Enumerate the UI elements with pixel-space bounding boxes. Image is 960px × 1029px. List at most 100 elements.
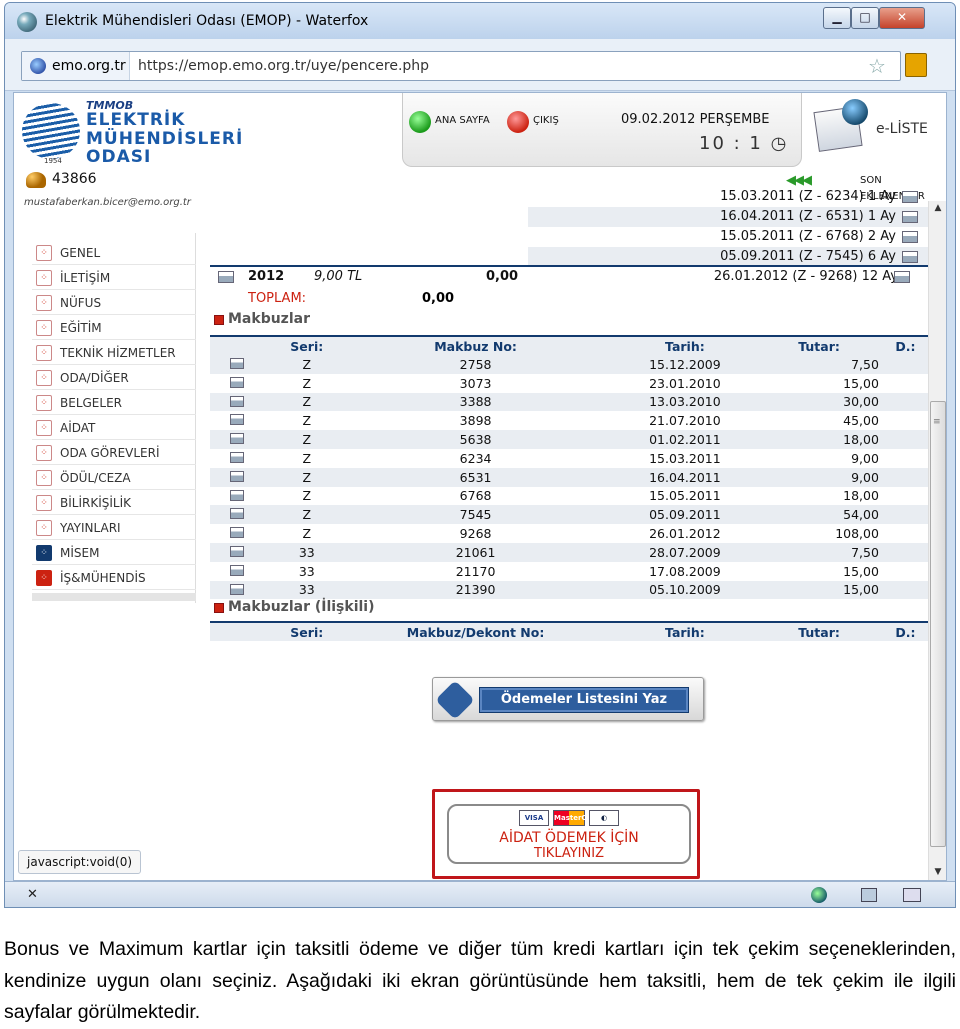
cell-seri: Z [302,526,312,542]
cell-tutar: 7,50 [851,544,879,560]
sidebar-item-egitim[interactable]: ⁘ EĞİTİM [32,316,196,340]
emo-logo[interactable]: TMMOB ELEKTRİK MÜHENDİSLERİ ODASI 1954 [16,97,242,167]
receipt-icon-cell [210,487,273,506]
receipt-detail-icon[interactable] [230,583,244,595]
sidebar-item-label: NÜFUS [60,296,102,310]
edit-icon[interactable] [218,271,234,283]
sidebar-item-misem[interactable]: ⁘ MİSEM [32,541,196,565]
receipt-detail-icon[interactable] [230,376,244,388]
bookmark-star-icon[interactable]: ☆ [868,55,886,77]
scroll-thumb[interactable] [930,401,946,847]
caption-text: Bonus ve Maximum kartlar için taksitli ö… [4,938,956,1023]
sidebar-item-bilirkisilik[interactable]: ⁘ BİLİRKİŞİLİK [32,491,196,515]
stop-icon[interactable]: ✕ [27,887,38,902]
detail-icon[interactable] [902,191,918,203]
cell-tarih: 23.01.2010 [649,375,721,391]
logout-label: ÇIKIŞ [533,115,559,126]
sidebar-item-nufus[interactable]: ⁘ NÜFUS [32,291,196,315]
receipt-detail-icon[interactable] [230,527,244,539]
close-button[interactable]: ✕ [879,7,925,29]
receipt-detail-icon[interactable] [230,414,244,426]
receipt-detail-icon[interactable] [230,451,244,463]
cell-seri: Z [302,356,312,372]
cell-tarih: 15.12.2009 [649,356,721,372]
bookmarks-icon[interactable] [905,53,927,77]
detail-icon[interactable] [902,211,918,223]
aidat-content: ◀◀◀ SON EKLENENLER 15.03.2011 (Z - 6234)… [210,173,928,880]
receipt-detail-icon[interactable] [230,358,244,369]
sidebar-item-odul-ceza[interactable]: ⁘ ÖDÜL/CEZA [32,466,196,490]
receipt-icon-cell [210,468,273,487]
cell-tutar: 9,00 [851,450,879,466]
installment-row: 15.05.2011 (Z - 6768) 2 Ay [528,227,928,247]
sidebar-item-is-muhendis[interactable]: ⁘ İŞ&MÜHENDİS [32,566,196,590]
makbuzlar-iliskili-heading: Makbuzlar (İlişkili) [214,599,375,615]
cell-makbuz-no: 3898 [459,413,492,429]
cell-seri: Z [302,488,312,504]
aidat-odeme-button[interactable]: VISA MasterCard ◐ AİDAT ÖDEMEK İÇİN TIKL… [447,804,691,864]
site-domain: emo.org.tr [52,58,126,74]
home-link[interactable]: ANA SAYFA [409,111,490,133]
windows-icon[interactable] [903,888,921,902]
sidebar-item-genel[interactable]: ⁘ GENEL [32,241,196,265]
receipt-icon-cell [210,524,273,543]
header-makbuz-no: Makbuz No: [434,338,517,354]
sidebar-item-teknik-hizmetler[interactable]: ⁘ TEKNİK HİZMETLER [32,341,196,365]
detail-icon[interactable] [894,271,910,283]
cell-makbuz-no: 7545 [459,507,492,523]
cell-makbuz-no: 2758 [459,356,492,372]
monitor-icon[interactable] [861,888,877,902]
print-list-icon [435,680,475,720]
table-row: Z 3388 13.03.2010 30,00 [210,392,928,412]
sidebar-footer-bar [32,593,196,601]
sidebar-item-aidat[interactable]: ⁘ AİDAT [32,416,196,440]
minimize-button[interactable]: ▁ [823,7,851,29]
header-d: D.: [895,624,916,640]
receipt-detail-icon[interactable] [230,564,244,576]
vertical-scrollbar[interactable]: ▲ ≡ ▼ [928,201,946,880]
year-paid: 0,00 [486,269,519,284]
cell-tutar: 54,00 [843,507,879,523]
sidebar-item-label: BİLİRKİŞİLİK [60,496,131,510]
arrow-bullet-icon: ⁘ [36,420,52,436]
cell-makbuz-no: 3388 [459,394,492,410]
cell-tutar: 15,00 [843,375,879,391]
header-seri: Seri: [290,624,324,640]
eliste-link[interactable]: e-LİSTE [813,99,936,159]
header-panel: ANA SAYFA ÇIKIŞ 09.02.2012 PERŞEMBE 10 :… [402,93,802,167]
sidebar-item-oda-diger[interactable]: ⁘ ODA/DİĞER [32,366,196,390]
year-value: 2012 [248,269,285,284]
sidebar-item-iletisim[interactable]: ⁘ İLETİŞİM [32,266,196,290]
receipt-detail-icon[interactable] [230,433,244,445]
detail-icon[interactable] [902,231,918,243]
odemeler-listesi-button[interactable]: Ödemeler Listesini Yaz [432,677,704,721]
table-row: Z 2758 15.12.2009 7,50 [210,355,928,374]
cell-tutar: 45,00 [843,413,879,429]
receipt-icon-cell [210,374,273,393]
receipt-detail-icon[interactable] [230,545,244,557]
receipt-detail-icon[interactable] [230,395,244,407]
url-text[interactable]: https://emop.emo.org.tr/uye/pencere.php [138,52,429,80]
receipt-detail-icon[interactable] [230,470,244,482]
cell-makbuz-no: 21170 [455,563,496,579]
internet-zone-icon[interactable] [811,887,827,903]
cell-d [883,430,928,449]
receipt-detail-icon[interactable] [230,508,244,520]
arrow-bullet-icon: ⁘ [36,445,52,461]
detail-icon[interactable] [902,251,918,263]
sidebar-item-oda-gorevleri[interactable]: ⁘ ODA GÖREVLERİ [32,441,196,465]
site-identity[interactable]: emo.org.tr [22,52,130,80]
logout-link[interactable]: ÇIKIŞ [507,111,559,133]
scroll-up-arrow-icon[interactable]: ▲ [931,201,945,215]
status-link-tooltip: javascript:void(0) [18,850,142,874]
section-square-icon [214,603,224,613]
cell-tarih: 26.01.2012 [649,526,721,542]
receipt-detail-icon[interactable] [230,489,244,501]
sidebar-item-belgeler[interactable]: ⁘ BELGELER [32,391,196,415]
scroll-down-arrow-icon[interactable]: ▼ [931,865,945,879]
receipt-icon-cell [210,355,273,374]
maximize-button[interactable]: □ [851,7,879,29]
address-bar[interactable]: emo.org.tr https://emop.emo.org.tr/uye/p… [21,51,901,81]
sidebar-item-yayinlari[interactable]: ⁘ YAYINLARI [32,516,196,540]
logo-emblem [22,103,80,159]
